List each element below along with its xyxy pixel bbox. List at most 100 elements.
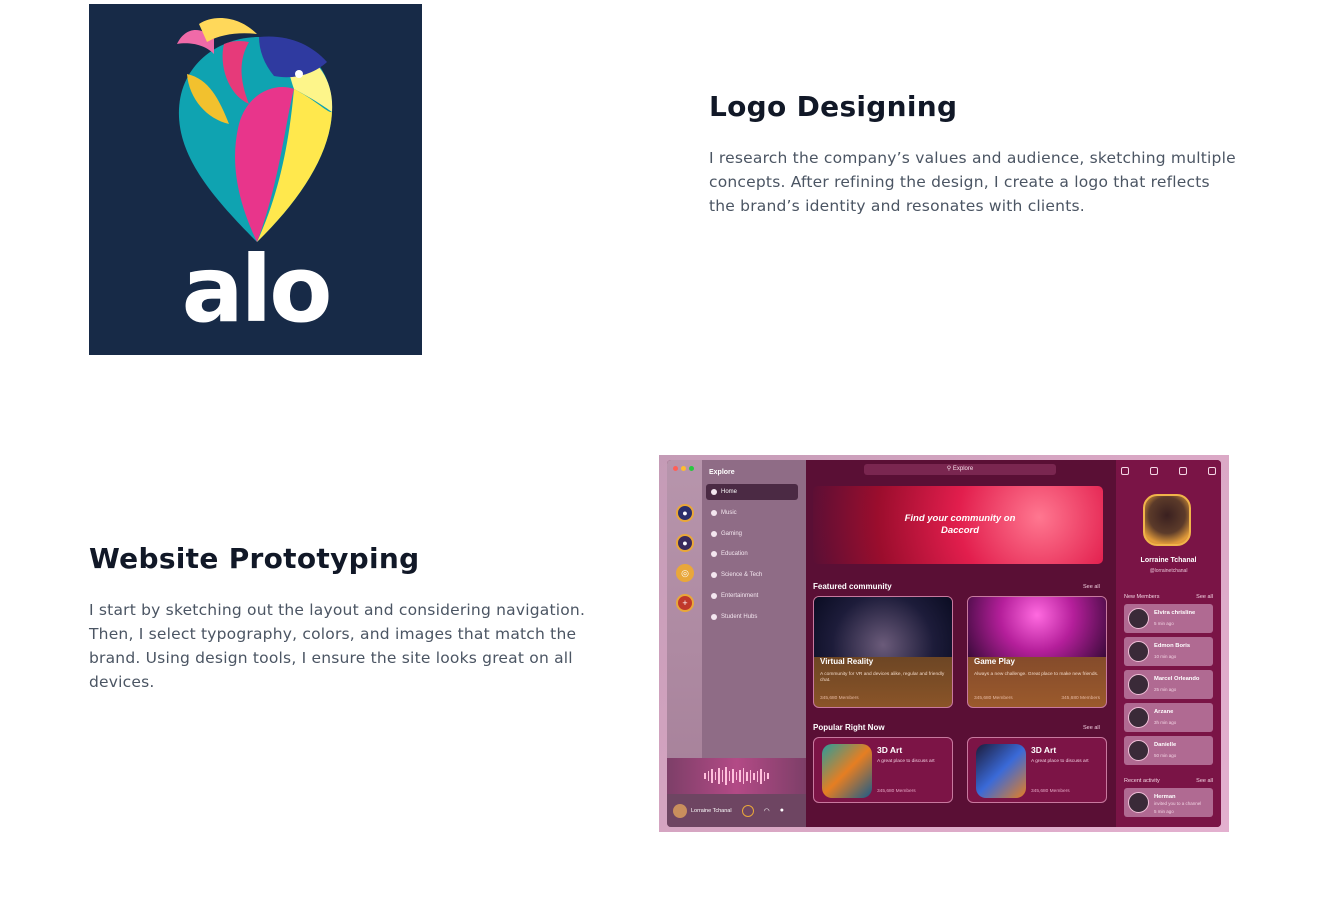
gamepad-icon: [711, 531, 717, 537]
inbox-icon: [1121, 467, 1129, 475]
profile-avatar: [1143, 494, 1191, 546]
avatar: [673, 803, 687, 818]
chat-icon: [1179, 467, 1187, 475]
member-time: 10 min ago: [1154, 654, 1177, 659]
audio-wave-graphic: [667, 758, 806, 794]
member-time: 25 min ago: [1154, 687, 1177, 692]
website-prototyping-title: Website Prototyping: [89, 542, 420, 575]
notification-icon: [1150, 467, 1158, 475]
logo-designing-title: Logo Designing: [709, 90, 958, 123]
featured-see-all: See all: [1083, 584, 1100, 590]
profile-name: Lorraine Tchanal: [1140, 557, 1197, 564]
search-placeholder: Explore: [952, 466, 974, 472]
panel-toolbar: [1121, 467, 1216, 475]
member-time: 5 min ago: [1154, 621, 1174, 626]
sidebar-item-label: Home: [721, 489, 738, 495]
education-icon: [711, 551, 717, 557]
member-time: 3h min ago: [1154, 720, 1177, 725]
sidebar-item-gaming: Gaming: [706, 526, 798, 542]
sidebar-item-student-hubs: Student Hubs: [706, 609, 798, 625]
hub-icon: [711, 614, 717, 620]
recent-activity-see-all: See all: [1196, 778, 1213, 784]
card-title: Virtual Reality: [820, 657, 874, 666]
card-image: [968, 597, 1106, 657]
avatar: [1128, 608, 1149, 629]
card-description: A great place to discuss art: [877, 759, 935, 764]
sidebar-item-label: Gaming: [721, 531, 743, 537]
card-members: 345,680 Members: [974, 696, 1013, 701]
card-description: A community for VR and devices alike, re…: [820, 672, 945, 683]
logo-wordmark: alo: [181, 236, 333, 343]
member-time: 50 min ago: [1154, 753, 1177, 758]
featured-heading: Featured community: [813, 582, 892, 591]
website-prototyping-description: I start by sketching out the layout and …: [89, 601, 586, 691]
member-item: Arzane 3h min ago: [1124, 703, 1213, 732]
card-members: 345,680 Members: [820, 696, 859, 701]
member-name: Elvira chrisline: [1154, 610, 1196, 616]
avatar: [1128, 674, 1149, 695]
sidebar-item-entertainment: Entertainment: [706, 588, 798, 604]
card-description: A great place to discuss art: [1031, 759, 1089, 764]
hero-title: Find your community on Daccord: [904, 513, 1016, 536]
sidebar-item-label: Music: [721, 510, 737, 516]
window-controls: [673, 466, 694, 471]
search-input: ⚲ Explore: [864, 464, 1056, 475]
community-card: Game Play Always a new challenge. Great …: [967, 596, 1107, 708]
new-members-see-all: See all: [1196, 594, 1213, 600]
minimize-dot-icon: [681, 466, 686, 471]
member-item: Danielle 50 min ago: [1124, 736, 1213, 765]
user-bar-name: Lorraine Tchanal: [691, 807, 732, 814]
settings-icon: [1208, 467, 1216, 475]
activity-time: 5 min ago: [1154, 809, 1174, 814]
server-icon: ●: [676, 534, 694, 552]
card-image: [814, 597, 952, 657]
compass-icon: ◎: [676, 564, 694, 582]
member-name: Danielle: [1154, 742, 1177, 748]
avatar: [1128, 740, 1149, 761]
activity-item: Herman invited you to a channel 5 min ago: [1124, 788, 1213, 817]
member-item: Elvira chrisline 5 min ago: [1124, 604, 1213, 633]
main-content: ⚲ Explore Find your community on Daccord…: [806, 460, 1116, 827]
member-item: Edmon Boris 10 min ago: [1124, 637, 1213, 666]
music-icon: [711, 510, 717, 516]
server-icon: ●: [676, 504, 694, 522]
globe-icon: [711, 572, 717, 578]
popular-heading: Popular Right Now: [813, 723, 885, 732]
avatar: [1128, 792, 1149, 813]
sidebar-item-label: Education: [721, 551, 748, 557]
headphones-icon: ◠: [763, 807, 770, 815]
logo-designing-description: I research the company’s values and audi…: [709, 149, 1236, 215]
user-status-bar: Lorraine Tchanal ◠ ●: [667, 794, 806, 827]
3d-art-icon: [976, 744, 1026, 798]
profile-panel: Lorraine Tchanal @lorrainetchanal New Me…: [1116, 460, 1221, 827]
maximize-dot-icon: [689, 466, 694, 471]
community-card: Virtual Reality A community for VR and d…: [813, 596, 953, 708]
home-icon: [711, 489, 717, 495]
sidebar-heading: Explore: [709, 469, 735, 476]
card-description: Always a new challenge. Great place to m…: [974, 672, 1099, 677]
activity-name: Herman: [1154, 794, 1176, 800]
member-name: Marcel Orleando: [1154, 676, 1200, 682]
sidebar-item-education: Education: [706, 546, 798, 562]
avatar: [1128, 707, 1149, 728]
app-window: ● ● ◎ + Explore Home Music Gaming Educat…: [667, 460, 1221, 827]
play-icon: [711, 593, 717, 599]
popular-see-all: See all: [1083, 725, 1100, 731]
card-members: 345,680 Members: [1031, 789, 1070, 794]
settings-icon: ●: [779, 807, 784, 814]
sidebar-item-label: Student Hubs: [721, 614, 758, 620]
activity-text: invited you to a channel: [1154, 801, 1202, 806]
card-title: Game Play: [974, 657, 1015, 666]
sidebar-item-label: Science & Tech: [721, 572, 763, 578]
close-dot-icon: [673, 466, 678, 471]
card-members: 345,680 Members: [1061, 696, 1100, 701]
sidebar-item-science-tech: Science & Tech: [706, 567, 798, 583]
recent-activity-heading: Recent activity: [1124, 778, 1160, 784]
3d-art-icon: [822, 744, 872, 798]
popular-card: 3D Art A great place to discuss art 345,…: [967, 737, 1107, 803]
sidebar-item-home: Home: [706, 484, 798, 500]
new-members-heading: New Members: [1124, 594, 1160, 600]
popular-card: 3D Art A great place to discuss art 345,…: [813, 737, 953, 803]
hero-banner: Find your community on Daccord: [813, 486, 1103, 564]
microphone-icon: [741, 804, 754, 817]
